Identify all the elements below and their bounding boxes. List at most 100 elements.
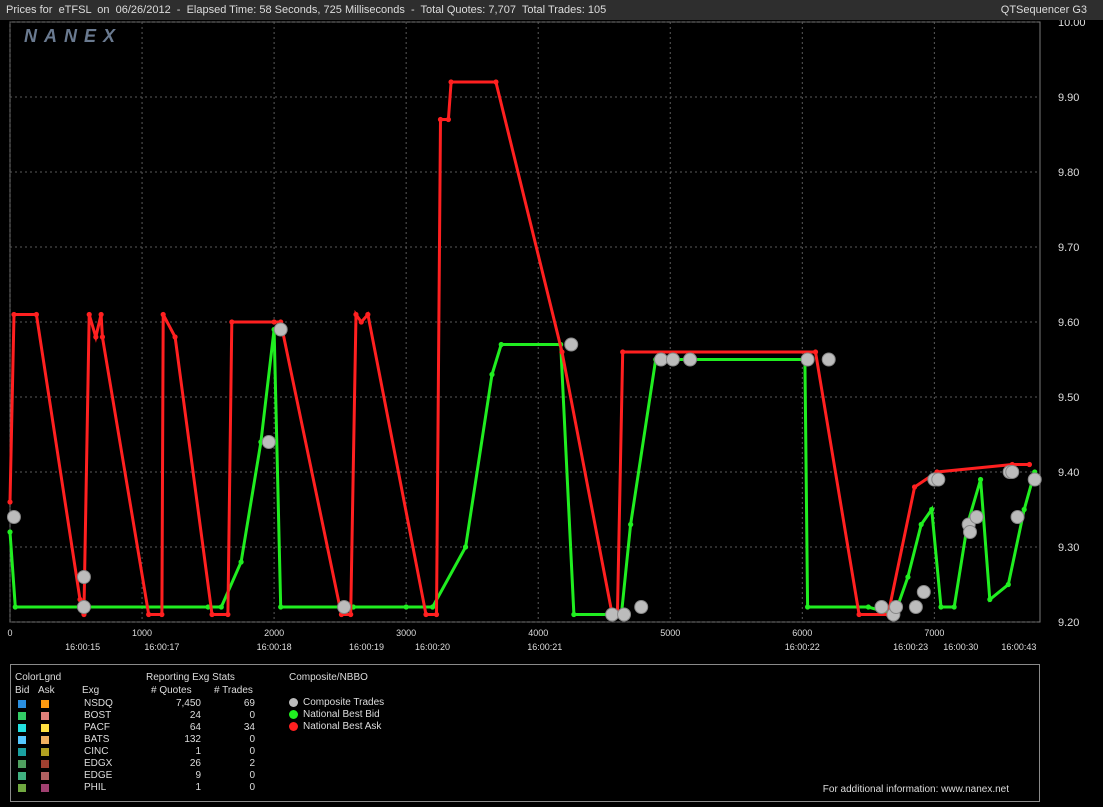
trade-point [617, 607, 632, 622]
bid-point [403, 604, 409, 610]
exchange-name: EDGE [84, 770, 113, 781]
legend-panel: ColorLgnd Bid Ask Exg Reporting Exg Stat… [10, 664, 1040, 802]
legend-dot [289, 698, 298, 707]
ask-point [856, 611, 862, 618]
exchange-trades: 2 [249, 758, 255, 769]
legend-dot [289, 710, 298, 719]
bid-point [429, 604, 436, 610]
ask-point [225, 611, 231, 618]
ask-point [437, 116, 444, 123]
ask-point [172, 334, 178, 340]
ask-point [33, 311, 40, 318]
y-tick-label: 9.50 [1058, 392, 1079, 404]
trade-point [6, 510, 21, 524]
exchange-name: PHIL [84, 782, 107, 793]
ask-swatch [41, 736, 49, 744]
ask-point [423, 611, 429, 618]
bid-swatch [18, 712, 26, 720]
trade-point [931, 472, 946, 487]
bid-point [905, 574, 911, 580]
exchange-row: EDGE 9 0 [11, 770, 271, 782]
x-axis-labels: 0 1000 2000 3000 4000 5000 6000 7000 [7, 628, 944, 638]
time-label: 16:00:43 [1001, 642, 1036, 652]
exchange-row: PACF 64 34 [11, 722, 271, 734]
exchange-quotes: 64 [189, 722, 201, 733]
trade-point [916, 585, 931, 599]
exchange-quotes: 26 [189, 758, 201, 769]
exchange-name: EDGX [84, 758, 113, 769]
bid-swatch [18, 724, 26, 732]
bid-point [804, 604, 811, 610]
exchange-name: BATS [84, 734, 110, 745]
bid-point [918, 521, 924, 528]
ask-point [620, 349, 626, 355]
title-bar: Prices for eTFSL on 06/26/2012 - Elapsed… [0, 0, 1103, 20]
bid-swatch [18, 700, 26, 708]
bid-point [1021, 506, 1027, 513]
bid-swatch [18, 772, 26, 780]
ask-swatch [41, 784, 49, 792]
ask-point [159, 611, 165, 618]
bid-swatch [18, 736, 26, 744]
quotes-header: # Quotes [151, 685, 192, 696]
exchange-row: BATS 132 0 [11, 734, 271, 746]
nanex-logo: NANEX [24, 26, 122, 46]
exchange-quotes: 7,450 [175, 698, 201, 709]
bid-point [218, 604, 224, 610]
ask-point [7, 499, 13, 505]
time-label: 16:00:22 [785, 642, 820, 652]
exchange-quotes: 1 [195, 782, 201, 793]
ask-header: Ask [38, 685, 55, 696]
ask-point [229, 319, 235, 325]
exg-header: Exg [82, 685, 100, 696]
exchange-name: PACF [84, 722, 110, 733]
trade-point [76, 570, 91, 584]
exchange-trades: 0 [249, 746, 255, 757]
legend-label: Composite Trades [303, 697, 385, 708]
ask-point [348, 611, 354, 618]
ask-point [1026, 461, 1033, 468]
ask-point [433, 611, 440, 618]
time-label: 16:00:23 [893, 642, 928, 652]
trade-point [908, 600, 923, 614]
trade-point [683, 352, 698, 367]
ask-point [11, 311, 17, 318]
exchange-name: CINC [84, 746, 109, 757]
y-tick-label: 9.20 [1058, 617, 1079, 629]
bid-point [938, 604, 944, 610]
time-label: 16:00:20 [415, 642, 450, 652]
x-tick-label: 5000 [660, 628, 680, 638]
ask-point [93, 334, 99, 340]
bid-point [278, 604, 284, 610]
y-tick-label: 9.80 [1058, 167, 1079, 179]
legend-dot [289, 722, 298, 731]
bid-point [951, 604, 957, 610]
footer-info: For additional information: www.nanex.ne… [822, 784, 1009, 795]
bid-point [571, 611, 577, 618]
ask-point [271, 319, 277, 325]
ask-point [99, 334, 106, 340]
trades-header: # Trades [214, 685, 253, 696]
x-tick-label: 6000 [792, 628, 812, 638]
exchange-trades: 0 [249, 710, 255, 721]
ask-point [86, 311, 92, 318]
y-tick-label: 9.40 [1058, 467, 1079, 479]
ask-point [365, 311, 371, 318]
exchange-quotes: 132 [184, 734, 201, 745]
trade-point [564, 337, 579, 352]
ask-swatch [41, 760, 49, 768]
y-tick-label: 10.00 [1058, 20, 1086, 29]
y-axis-labels: 10.00 9.90 9.80 9.70 9.60 9.50 9.40 9.30 9.20 [1058, 20, 1086, 629]
ask-point [209, 611, 215, 618]
x-tick-label: 0 [7, 628, 12, 638]
ask-swatch [41, 748, 49, 756]
y-tick-label: 9.60 [1058, 317, 1079, 329]
time-label: 16:00:19 [349, 642, 384, 652]
trade-point [1005, 465, 1020, 479]
legend-label: National Best Ask [303, 721, 382, 732]
exchange-row: CINC 1 0 [11, 746, 271, 758]
bid-point [238, 559, 244, 565]
time-label: 16:00:21 [527, 642, 562, 652]
trade-point [261, 435, 276, 449]
bid-point [977, 476, 984, 483]
